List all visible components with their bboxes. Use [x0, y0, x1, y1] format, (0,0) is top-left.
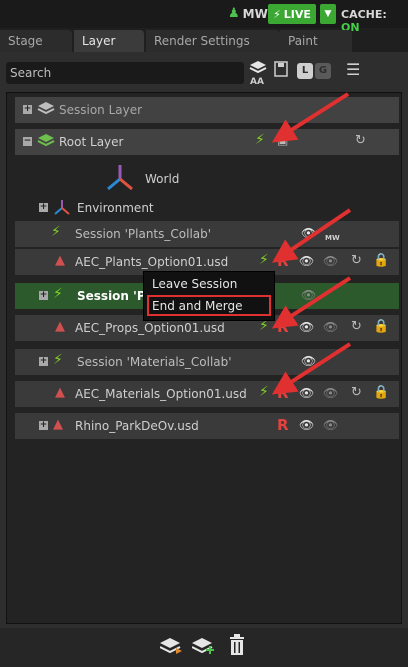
insert-layer-icon[interactable] — [160, 636, 184, 656]
arrow-root-layer — [271, 92, 350, 143]
arrow-props — [271, 276, 352, 329]
arrow-materials — [271, 342, 352, 395]
create-layer-icon[interactable] — [192, 636, 216, 656]
trash-icon[interactable] — [228, 634, 246, 656]
annotation-arrows — [271, 92, 352, 395]
arrow-plants — [272, 208, 352, 263]
bottom-toolbar — [0, 628, 408, 667]
